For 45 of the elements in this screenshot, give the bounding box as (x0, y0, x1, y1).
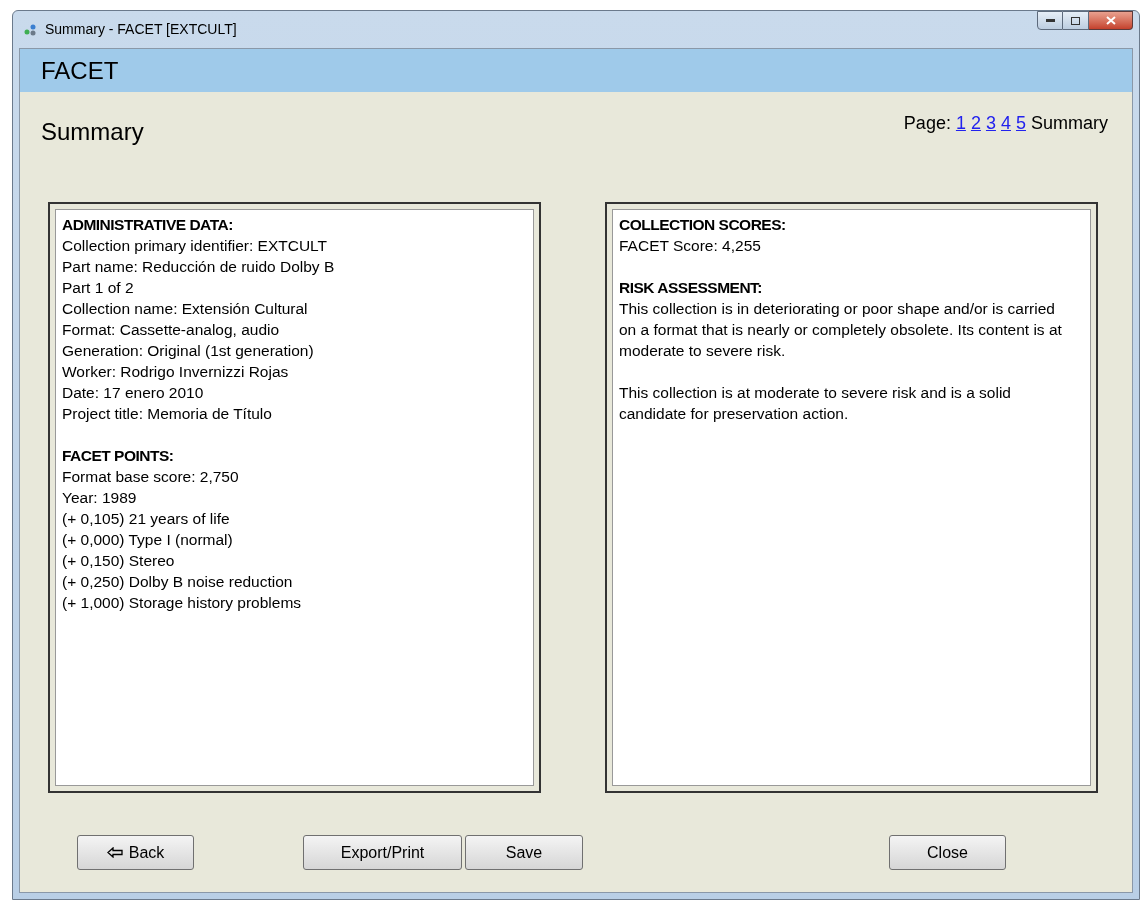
info-line: Part name: Reducción de ruido Dolby B (62, 257, 335, 277)
page-link[interactable]: 5 (1015, 110, 1026, 150)
info-line: Format base score: 2,750 (62, 467, 239, 487)
info-line: (+ 0,250) Dolby B noise reduction (62, 572, 293, 592)
info-line: (+ 0,150) Stereo (62, 551, 175, 571)
action-button[interactable]: Save (465, 835, 583, 870)
info-line: Collection name: Extensión Cultural (62, 299, 308, 319)
section-heading: RISK ASSESSMENT: (619, 278, 762, 298)
close-icon (1105, 16, 1116, 25)
info-line: FACET Score: 4,255 (619, 236, 761, 256)
close-dialog-button[interactable]: Close (889, 835, 1006, 870)
header-title: FACET (41, 55, 119, 86)
maximize-button[interactable] (1063, 11, 1089, 30)
paragraph: This collection is at moderate to severe risk and is a solid candidate for preservation action. (619, 383, 1012, 424)
page-link[interactable]: 2 (970, 110, 981, 150)
page-link[interactable]: 4 (1000, 110, 1011, 150)
minimize-button[interactable] (1037, 11, 1063, 30)
info-line: (+ 0,105) 21 years of life (62, 509, 230, 529)
info-line: Worker: Rodrigo Invernizzi Rojas (62, 362, 289, 382)
info-line: Collection primary identifier: EXTCULT (62, 236, 327, 256)
info-line: (+ 0,000) Type I (normal) (62, 530, 233, 550)
app-icon (23, 22, 37, 37)
section-heading: FACET POINTS: (62, 446, 174, 466)
info-line: (+ 1,000) Storage history problems (62, 593, 302, 613)
current-page: Summary (1031, 112, 1108, 135)
page-link[interactable]: 1 (955, 110, 966, 150)
info-line: Generation: Original (1st generation) (62, 341, 314, 361)
paragraph: This collection is in deteriorating or poor shape and/or is carried on a format that is nearly or completely obsolete. Its content is at moderate to severe risk. (619, 299, 1063, 361)
maximize-icon (1071, 16, 1080, 25)
info-line: Year: 1989 (62, 488, 137, 508)
page-link[interactable]: 3 (985, 110, 996, 150)
info-line: Project title: Memoria de Título (62, 404, 272, 424)
minimize-icon (1045, 19, 1055, 22)
arrow-left-icon (106, 847, 123, 858)
close-button[interactable] (1089, 11, 1133, 30)
window-title: Summary - FACET [EXTCULT] (45, 20, 237, 39)
page-label: Page: (903, 112, 951, 135)
action-button[interactable]: Export/Print (303, 835, 462, 870)
section-heading: ADMINISTRATIVE DATA: (62, 215, 233, 235)
info-line: Part 1 of 2 (62, 278, 134, 298)
page-heading: Summary (41, 117, 144, 147)
section-heading: COLLECTION SCORES: (619, 215, 786, 235)
back-button[interactable]: Back (77, 835, 194, 870)
info-line: Date: 17 enero 2010 (62, 383, 204, 403)
info-line: Format: Cassette-analog, audio (62, 320, 280, 340)
